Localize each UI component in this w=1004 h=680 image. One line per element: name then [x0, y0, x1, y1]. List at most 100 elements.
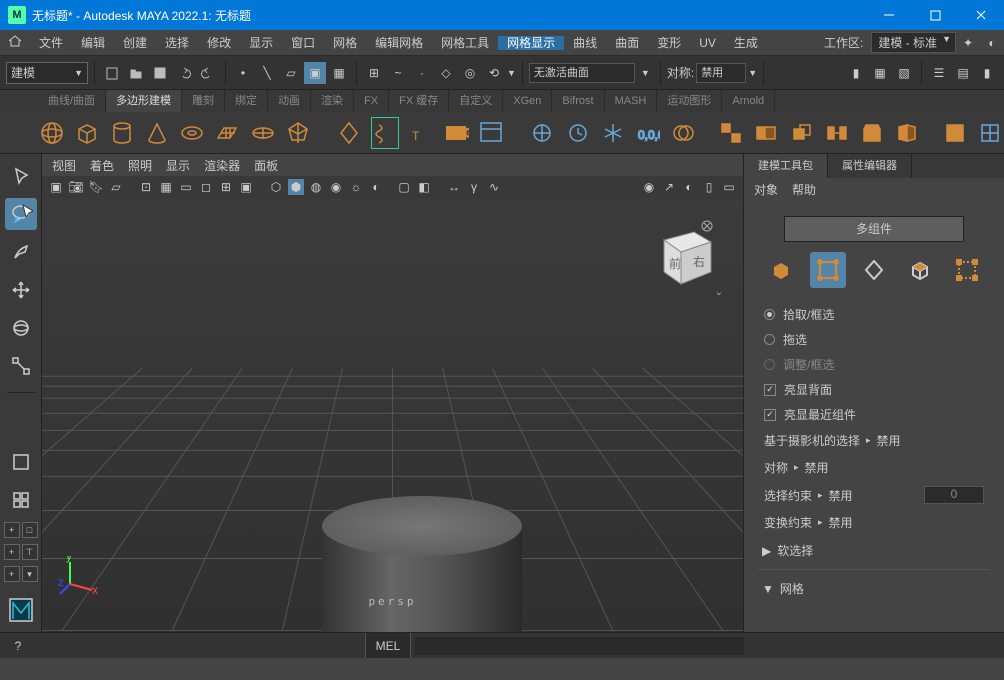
new-scene-icon[interactable]	[101, 62, 123, 84]
vp-wireframe-icon[interactable]: ⬡	[268, 179, 284, 195]
snap-point-icon[interactable]: ·	[411, 62, 433, 84]
module-selector[interactable]: 建模▼	[6, 62, 88, 84]
poly-plane-icon[interactable]	[214, 117, 241, 149]
vp-isolate-icon[interactable]: ▢	[396, 179, 412, 195]
vp-xray-icon[interactable]: ◧	[416, 179, 432, 195]
move-tool[interactable]	[5, 274, 37, 306]
workspace-selector[interactable]: 建模 - 标准▼	[871, 32, 956, 53]
grid-down-icon[interactable]: ▾	[22, 566, 38, 582]
shelf-tab[interactable]: FX	[354, 90, 389, 112]
vp-shadow-icon[interactable]: ◐	[368, 179, 384, 195]
select-tool[interactable]	[5, 160, 37, 192]
symmetry-field[interactable]: 禁用	[696, 63, 746, 83]
grid-plus2-icon[interactable]: +	[4, 544, 20, 560]
shelf-tab[interactable]: 自定义	[449, 90, 503, 112]
render-icon[interactable]: ▮	[845, 62, 867, 84]
panel-toggle-icon[interactable]: ▮	[976, 62, 998, 84]
cylinder-object[interactable]	[322, 496, 522, 632]
snap-grid-icon[interactable]: ⊞	[363, 62, 385, 84]
menu-item[interactable]: 网格工具	[432, 36, 498, 50]
smooth-icon[interactable]	[942, 117, 969, 149]
separate-icon[interactable]	[718, 117, 745, 149]
history-icon[interactable]	[564, 117, 591, 149]
vp-menu-item[interactable]: 照明	[128, 157, 152, 174]
select-obj-icon[interactable]: ▣	[304, 62, 326, 84]
select-face-icon[interactable]: ▱	[280, 62, 302, 84]
shelf-tab[interactable]: FX 缓存	[389, 90, 449, 112]
vp-grid-icon[interactable]: ▦	[158, 179, 174, 195]
freeze-icon[interactable]	[599, 117, 626, 149]
poly-svg-icon[interactable]: SVG	[442, 117, 469, 149]
content-browser-icon[interactable]	[477, 117, 504, 149]
help-icon[interactable]: ?	[0, 639, 36, 653]
grid-plus3-icon[interactable]: +	[4, 566, 20, 582]
vp-image-plane-icon[interactable]: ▱	[108, 179, 124, 195]
maya-logo-icon[interactable]	[5, 594, 37, 626]
home-icon[interactable]	[0, 34, 30, 51]
grid-box-icon[interactable]: □	[22, 522, 38, 538]
poly-cylinder-icon[interactable]	[108, 117, 135, 149]
select-constraint-row[interactable]: 选择约束▸禁用0	[758, 481, 990, 509]
mirror-icon[interactable]	[894, 117, 921, 149]
panel-menu-help[interactable]: 帮助	[792, 181, 816, 198]
command-input[interactable]	[415, 637, 744, 655]
vp-dof-icon[interactable]: ◉	[641, 179, 657, 195]
render-settings-icon[interactable]: ▧	[893, 62, 915, 84]
outliner-icon[interactable]: ▤	[952, 62, 974, 84]
vp-bookmark-icon[interactable]: 🔖︎	[88, 179, 104, 195]
menu-item[interactable]: 曲线	[564, 36, 606, 50]
select-vert-icon[interactable]: •	[232, 62, 254, 84]
rotate-tool[interactable]	[5, 312, 37, 344]
shelf-tab[interactable]: Arnold	[722, 90, 775, 112]
vp-cam-icon[interactable]: 📷︎	[68, 179, 84, 195]
redo-icon[interactable]	[197, 62, 219, 84]
close-button[interactable]	[958, 0, 1004, 30]
snap-toggle-icon[interactable]: ⟲	[483, 62, 505, 84]
subdiv-icon[interactable]	[977, 117, 1004, 149]
comp-face-icon[interactable]	[902, 252, 938, 288]
poly-sphere-icon[interactable]	[38, 117, 65, 149]
radio-drag[interactable]: 拖选	[758, 327, 990, 352]
menu-item[interactable]: 网格	[324, 36, 366, 50]
menu-item[interactable]: 生成	[725, 36, 767, 50]
symmetry-row[interactable]: 对称▸禁用	[758, 454, 990, 481]
minimize-button[interactable]	[866, 0, 912, 30]
tab-modeling-toolkit[interactable]: 建模工具包	[744, 154, 828, 178]
vp-wfshaded-icon[interactable]: ◉	[328, 179, 344, 195]
ipr-icon[interactable]: ▦	[869, 62, 891, 84]
shelf-tab[interactable]: 曲线/曲面	[38, 90, 106, 112]
radio-tweak[interactable]: 调整/框选	[758, 352, 990, 377]
mesh-section[interactable]: ▼网格	[758, 574, 990, 603]
vp-menu-item[interactable]: 面板	[254, 157, 278, 174]
command-lang-label[interactable]: MEL	[365, 633, 412, 658]
comp-object-icon[interactable]	[763, 252, 799, 288]
soft-select-section[interactable]: ▶软选择	[758, 536, 990, 565]
open-icon[interactable]	[125, 62, 147, 84]
vp-expose-icon[interactable]: ↔	[446, 179, 462, 195]
shelf-tab[interactable]: 雕刻	[182, 90, 225, 112]
select-uv-icon[interactable]: ▦	[328, 62, 350, 84]
check-highlight-backface[interactable]: 亮显背面	[758, 377, 990, 402]
menu-item[interactable]: 网格显示	[498, 36, 564, 50]
vp-select-cam-icon[interactable]: ▣	[48, 179, 64, 195]
camera-based-select[interactable]: 基于摄影机的选择▸禁用	[758, 427, 990, 454]
menu-item[interactable]: 文件	[30, 36, 72, 50]
grid-t-icon[interactable]: ⊤	[22, 544, 38, 560]
shelf-tab[interactable]: Bifrost	[552, 90, 604, 112]
vp-aa-icon[interactable]: ∿	[486, 179, 502, 195]
shelf-tab[interactable]: XGen	[503, 90, 552, 112]
maximize-button[interactable]	[912, 0, 958, 30]
menu-item[interactable]: 创建	[114, 36, 156, 50]
last-tool[interactable]	[5, 403, 37, 423]
extrude-icon[interactable]	[788, 117, 815, 149]
transform-constraint-row[interactable]: 变换约束▸禁用	[758, 509, 990, 536]
menu-item[interactable]: UV	[690, 36, 725, 50]
bevel-icon[interactable]	[858, 117, 885, 149]
vp-gate-icon[interactable]: ◻	[198, 179, 214, 195]
vp-panel-icon[interactable]: ▯	[701, 179, 717, 195]
poly-platonic-icon[interactable]	[284, 117, 311, 149]
menu-item[interactable]: 选择	[156, 36, 198, 50]
menu-item[interactable]: 变形	[648, 36, 690, 50]
vp-motion-icon[interactable]: ↗	[661, 179, 677, 195]
signin-icon[interactable]: ◐	[980, 36, 1004, 50]
